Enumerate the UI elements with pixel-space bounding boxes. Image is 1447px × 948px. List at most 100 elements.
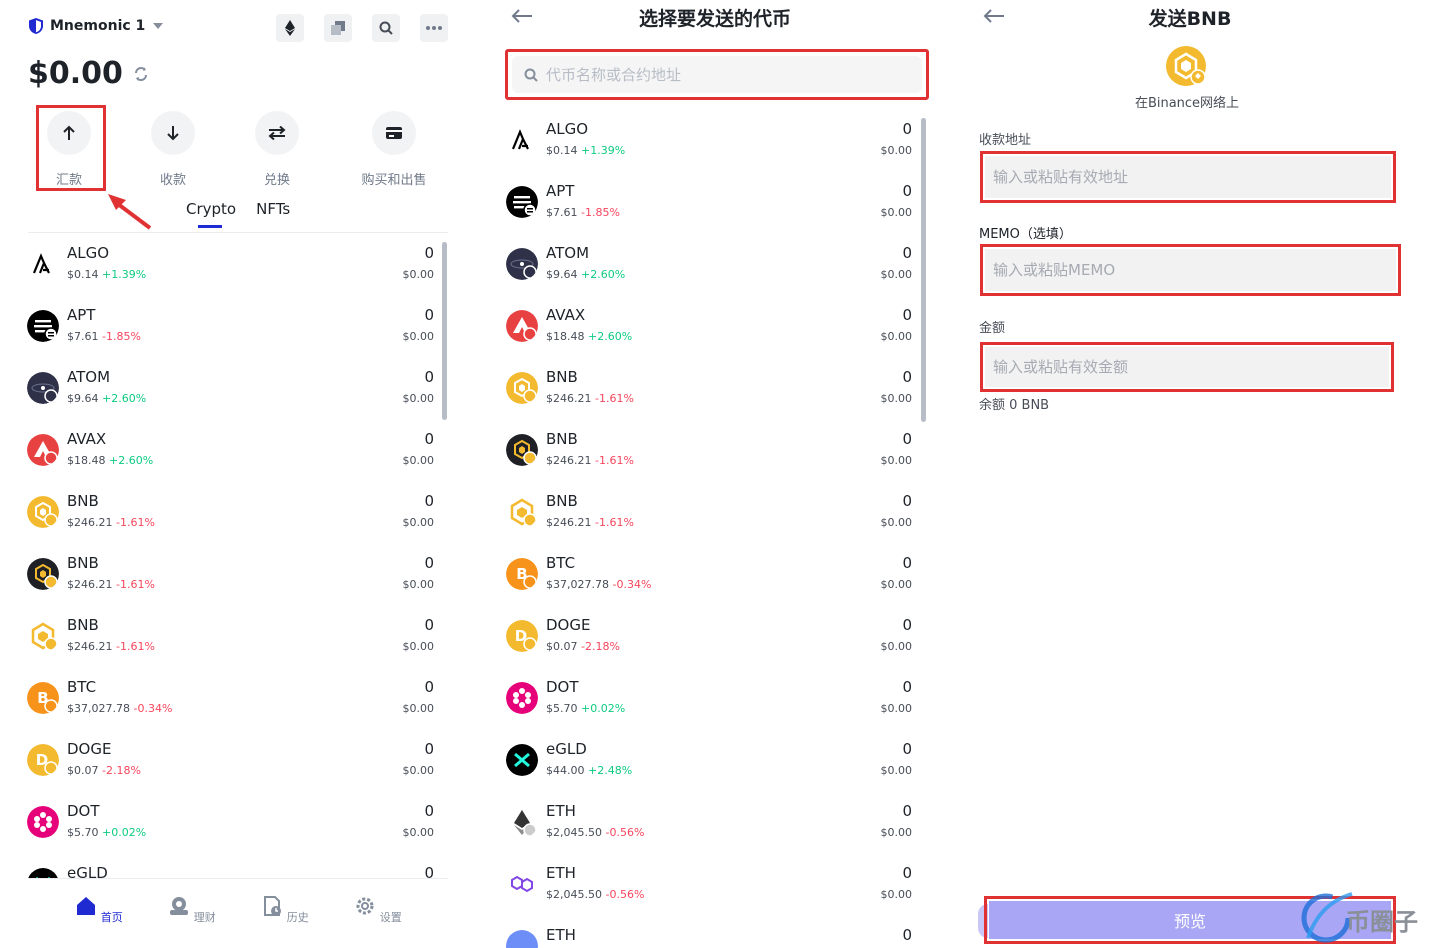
receive-button[interactable] [151, 111, 195, 155]
token-value: $0.00 [402, 268, 435, 281]
token-row[interactable]: ETH $2,045.50 -0.56% 0 $0.00 [506, 796, 912, 858]
token-change: -1.61% [595, 392, 634, 405]
token-value: $0.00 [402, 826, 435, 839]
token-row[interactable]: ETH $2,045.50 -0.56% 0 $0.00 [506, 858, 912, 920]
nav-earn[interactable]: 理财 [167, 895, 217, 925]
token-list-scrollbar[interactable] [921, 118, 926, 422]
more-button[interactable] [420, 14, 448, 42]
algo-icon [27, 248, 59, 280]
buy-sell-button[interactable] [372, 111, 416, 155]
token-row[interactable]: APT $7.61 -1.85% 0 $0.00 [27, 300, 434, 362]
token-price: $2,045.50 [546, 826, 602, 839]
token-value: $0.00 [880, 764, 913, 777]
token-amount: 0 [424, 306, 434, 324]
token-amount: 0 [424, 864, 434, 878]
tab-crypto[interactable]: Crypto [186, 200, 236, 228]
swap-icon [268, 126, 286, 140]
amount-label: 金额 [979, 321, 1006, 336]
token-change: -1.61% [595, 516, 634, 529]
token-row[interactable]: BNB $246.21 -1.61% 0 $0.00 [506, 486, 912, 548]
refresh-icon[interactable] [133, 66, 149, 82]
token-change: +2.60% [581, 268, 626, 281]
token-amount: 0 [902, 306, 912, 324]
memo-input[interactable] [993, 261, 1396, 279]
token-row[interactable]: B BTC $37,027.78 -0.34% 0 $0.00 [506, 548, 912, 610]
home-icon [77, 897, 96, 915]
address-input[interactable] [993, 168, 1391, 186]
settings-icon [356, 897, 374, 915]
token-price: $5.70 [67, 826, 99, 839]
token-row[interactable]: DOT $5.70 +0.02% 0 $0.00 [27, 796, 434, 858]
search-button[interactable] [372, 14, 400, 42]
swap-button[interactable] [255, 111, 299, 155]
token-symbol: eGLD [67, 864, 108, 878]
asset-list-scrollbar[interactable] [442, 242, 447, 420]
token-value: $0.00 [880, 454, 913, 467]
back-arrow-icon[interactable] [983, 8, 1005, 24]
token-row[interactable]: D DOGE $0.07 -2.18% 0 $0.00 [506, 610, 912, 672]
token-row[interactable]: ALGO $0.14 +1.39% 0 $0.00 [27, 238, 434, 300]
back-arrow-icon[interactable] [511, 8, 533, 24]
eth-network-button[interactable] [276, 14, 304, 42]
token-price-line: $246.21 -1.61% [546, 392, 634, 405]
token-change: -1.61% [116, 516, 155, 529]
address-field[interactable] [985, 156, 1391, 198]
token-symbol: eGLD [546, 740, 587, 758]
token-symbol: ATOM [67, 368, 111, 386]
token-symbol: BNB [546, 492, 578, 510]
token-amount: 0 [424, 430, 434, 448]
buy-sell-action[interactable]: 购买和出售 [354, 108, 434, 188]
bnb-icon [27, 496, 59, 528]
eth-polygon-icon [506, 868, 538, 900]
token-amount: 0 [424, 244, 434, 262]
bnb-outline-icon [506, 496, 538, 528]
swap-action[interactable]: 兑换 [237, 108, 317, 188]
wallet-selector[interactable]: Mnemonic 1 [28, 17, 164, 35]
nav-settings[interactable]: 设置 [353, 895, 403, 925]
token-row[interactable]: BNB $246.21 -1.61% 0 $0.00 [506, 424, 912, 486]
token-row[interactable]: BNB $246.21 -1.61% 0 $0.00 [27, 548, 434, 610]
nav-history[interactable]: 历史 [260, 895, 310, 925]
token-row[interactable]: AVAX $18.48 +2.60% 0 $0.00 [27, 424, 434, 486]
token-price: $246.21 [67, 516, 113, 529]
arrow-down-icon [167, 126, 179, 141]
bnb-icon [506, 372, 538, 404]
network-label: 在Binance网络上 [1134, 96, 1240, 111]
apt-icon [27, 310, 59, 342]
send-highlight-box [36, 105, 106, 191]
card-icon [386, 127, 402, 139]
receive-action[interactable]: 收款 [133, 108, 213, 188]
token-row[interactable]: DOT $5.70 +0.02% 0 $0.00 [506, 672, 912, 734]
memo-field[interactable] [985, 249, 1396, 291]
token-row[interactable]: BNB $246.21 -1.61% 0 $0.00 [27, 610, 434, 672]
token-row[interactable]: eGLD $44.00 +2.48% 0 $0.00 [506, 734, 912, 796]
token-value: $0.00 [402, 702, 435, 715]
token-price-line: $7.61 -1.85% [67, 330, 141, 343]
atom-icon [27, 372, 59, 404]
asset-list: ALGO $0.14 +1.39% 0 $0.00 APT $7.61 -1.85% 0 $0… [27, 238, 434, 878]
token-row[interactable]: ALGO $0.14 +1.39% 0 $0.00 [506, 114, 912, 176]
token-value: $0.00 [880, 826, 913, 839]
token-row[interactable]: eGLD 0 [27, 858, 434, 878]
token-row[interactable]: ATOM $9.64 +2.60% 0 $0.00 [27, 362, 434, 424]
token-value: $0.00 [880, 578, 913, 591]
token-price-line: $18.48 +2.60% [67, 454, 153, 467]
search-field[interactable] [512, 56, 922, 93]
token-row[interactable]: ATOM $9.64 +2.60% 0 $0.00 [506, 238, 912, 300]
token-row[interactable]: BNB $246.21 -1.61% 0 $0.00 [506, 362, 912, 424]
token-row[interactable]: B BTC $37,027.78 -0.34% 0 $0.00 [27, 672, 434, 734]
token-row[interactable]: ETH 0 [506, 920, 912, 948]
nav-home[interactable]: 首页 [74, 895, 124, 925]
token-row[interactable]: APT $7.61 -1.85% 0 $0.00 [506, 176, 912, 238]
token-symbol: BNB [67, 554, 99, 572]
token-search-input[interactable] [546, 65, 906, 84]
token-row[interactable]: D DOGE $0.07 -2.18% 0 $0.00 [27, 734, 434, 796]
token-row[interactable]: BNB $246.21 -1.61% 0 $0.00 [27, 486, 434, 548]
amount-field[interactable] [985, 347, 1389, 387]
token-value: $0.00 [402, 454, 435, 467]
copy-button[interactable] [324, 14, 352, 42]
token-symbol: BNB [67, 616, 99, 634]
token-row[interactable]: AVAX $18.48 +2.60% 0 $0.00 [506, 300, 912, 362]
tab-nfts[interactable]: NFTs [256, 200, 290, 218]
amount-input[interactable] [993, 358, 1389, 376]
